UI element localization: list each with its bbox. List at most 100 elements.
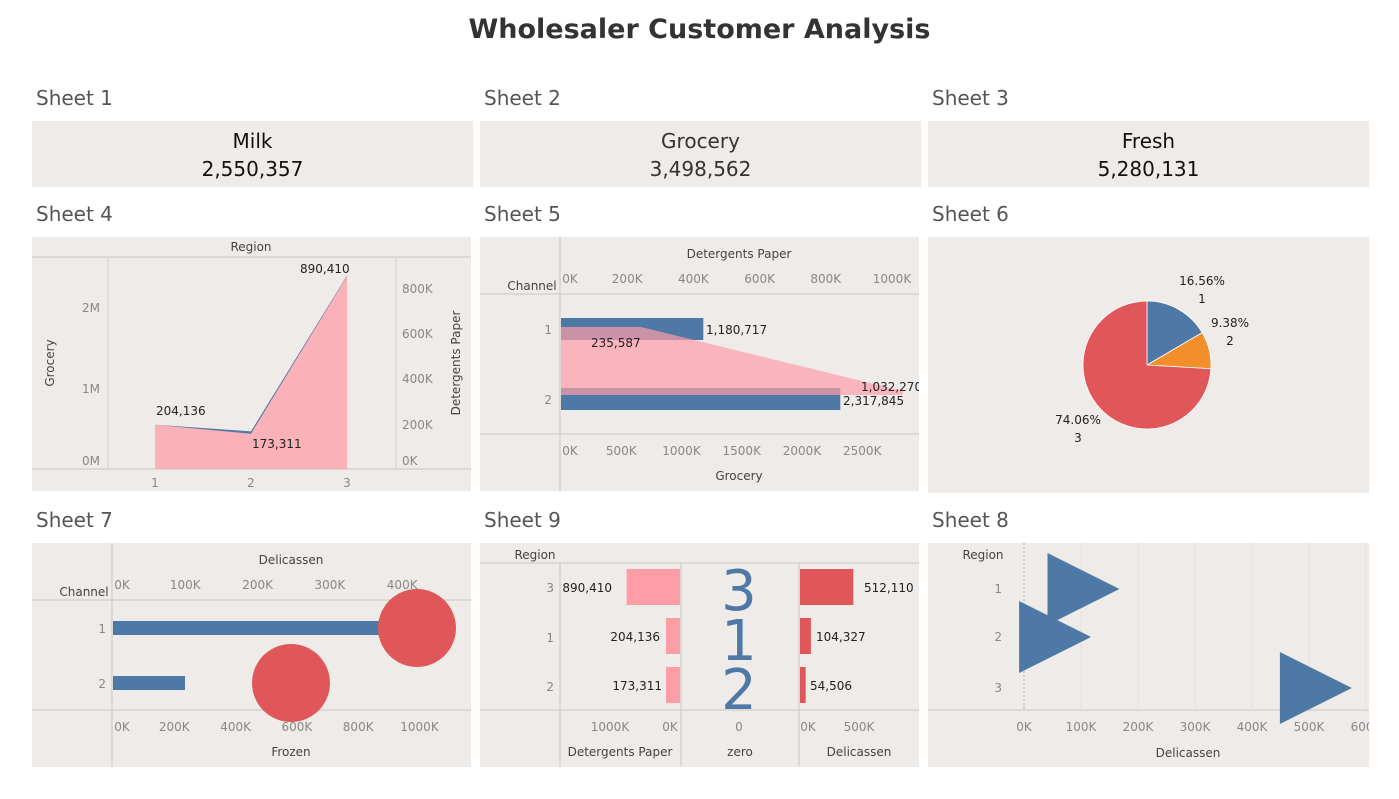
sheet4-x-tick: 1 (151, 476, 159, 490)
kpi-value: 5,280,131 (1097, 157, 1200, 181)
sheet-7-label: Sheet 7 (36, 508, 113, 532)
sheet8-x-tick: 0K (1016, 720, 1033, 734)
sheet7-row-label: 1 (98, 622, 106, 636)
sheet-1-label: Sheet 1 (36, 86, 113, 110)
pie-slice-label: 2 (1226, 334, 1234, 348)
sheet-5-svg: Detergents Paper Channel Grocery 1 2 0K 2… (480, 237, 919, 491)
sheet-4-label: Sheet 4 (36, 202, 113, 226)
delicassen-circle (252, 644, 330, 722)
delicassen-bar (800, 618, 811, 654)
sheet5-top-axis-label: Detergents Paper (687, 247, 792, 261)
sheet7-top-tick: 100K (170, 578, 202, 592)
sheet7-bottom-tick: 400K (220, 720, 252, 734)
sheet5-data-label: 235,587 (591, 336, 641, 350)
sheet5-data-label: 1,180,717 (706, 323, 767, 337)
frozen-bar (113, 676, 185, 690)
sheet9-right-tick: 500K (844, 720, 876, 734)
sheet4-right-tick: 800K (402, 282, 434, 296)
sheet-9-chart: Region 3 1 2 Detergents Paper zero Delic… (480, 543, 919, 767)
sheet9-left-tick: 0K (662, 720, 679, 734)
pie-slice-label: 1 (1198, 292, 1206, 306)
sheet-7-svg: Delicassen Channel Frozen 1 2 0K 100K 200K… (32, 543, 471, 767)
sheet9-row-label: 2 (546, 680, 554, 694)
sheet8-x-axis-label: Delicassen (1156, 746, 1221, 760)
sheet5-bottom-tick: 500K (606, 444, 638, 458)
sheet9-data-label: 204,136 (610, 630, 660, 644)
sheet8-x-tick: 600K (1351, 720, 1369, 734)
sheet5-top-tick: 1000K (873, 272, 913, 286)
sheet8-row-header: Region (962, 548, 1003, 562)
sheet9-data-label: 512,110 (864, 581, 914, 595)
sheet9-row-label: 3 (546, 581, 554, 595)
sheet7-bottom-tick: 1000K (400, 720, 440, 734)
sheet4-left-tick: 1M (82, 382, 100, 396)
kpi-milk-panel: Milk 2,550,357 (32, 121, 473, 187)
sheet7-bottom-tick: 600K (282, 720, 314, 734)
pie-percent-label: 16.56% (1179, 274, 1225, 288)
kpi-name: Milk (232, 129, 273, 153)
sheet9-data-label: 104,327 (816, 630, 866, 644)
sheet4-right-tick: 200K (402, 418, 434, 432)
sheet9-row-label: 1 (546, 631, 554, 645)
sheet9-right-axis-label: Delicassen (827, 745, 892, 759)
frozen-bar (113, 621, 398, 635)
sheet7-top-tick: 300K (315, 578, 347, 592)
sheet5-bottom-tick: 1000K (662, 444, 702, 458)
sheet-9-svg: Region 3 1 2 Detergents Paper zero Delic… (480, 548, 919, 767)
sheet5-bottom-tick: 1500K (723, 444, 763, 458)
sheet5-row-header: Channel (507, 279, 556, 293)
kpi-grocery-panel: Grocery 3,498,562 (480, 121, 921, 187)
sheet5-top-tick: 400K (678, 272, 710, 286)
sheet5-top-tick: 0K (562, 272, 579, 286)
sheet9-data-label: 173,311 (612, 679, 662, 693)
sheet9-right-tick: 0K (800, 720, 817, 734)
sheet4-right-axis-label: Detergents Paper (449, 311, 463, 416)
sheet5-row-label: 1 (544, 323, 552, 337)
sheet4-data-label: 204,136 (156, 404, 206, 418)
sheet7-row-label: 2 (98, 677, 106, 691)
pie-percent-label: 74.06% (1055, 413, 1101, 427)
sheet4-x-tick: 3 (343, 476, 351, 490)
sheet5-data-label: 2,317,845 (843, 394, 904, 408)
sheet-8-svg: Region 1 2 3 Delicassen 0K 100K 200K 300K 40… (928, 543, 1369, 760)
sheet-5-chart: Detergents Paper Channel Grocery 1 2 0K 2… (480, 237, 919, 491)
sheet5-top-tick: 800K (810, 272, 842, 286)
sheet8-x-tick: 100K (1066, 720, 1098, 734)
sheet9-data-label: 54,506 (810, 679, 852, 693)
dashboard-title: Wholesaler Customer Analysis (468, 14, 931, 45)
sheet4-left-tick: 0M (82, 454, 100, 468)
sheet8-x-tick: 500K (1294, 720, 1326, 734)
sheet9-left-tick: 1000K (591, 720, 631, 734)
sheet7-top-tick: 200K (242, 578, 274, 592)
delicassen-circle (378, 589, 456, 667)
sheet9-row-header: Region (514, 548, 555, 562)
sheet4-data-label: 173,311 (252, 437, 302, 451)
sheet-7-chart: Delicassen Channel Frozen 1 2 0K 100K 200K… (32, 543, 471, 767)
sheet-4-chart: Region Grocery Detergents Paper 0M 1M 2M… (32, 237, 471, 491)
sheet-6-chart: 16.56% 1 9.38% 2 74.06% 3 (928, 237, 1369, 493)
sheet5-top-tick: 600K (744, 272, 776, 286)
sheet4-left-tick: 2M (82, 301, 100, 315)
sheet8-x-tick: 200K (1123, 720, 1155, 734)
sheet4-right-tick: 400K (402, 372, 434, 386)
sheet-3-label: Sheet 3 (932, 86, 1009, 110)
sheet4-top-header: Region (230, 240, 271, 254)
sheet8-row-label: 2 (994, 630, 1002, 644)
sheet8-row-label: 3 (994, 681, 1002, 695)
sheet-5-label: Sheet 5 (484, 202, 561, 226)
sheet9-center-label: 2 (721, 658, 757, 723)
sheet-2-label: Sheet 2 (484, 86, 561, 110)
sheet4-left-axis-label: Grocery (43, 339, 57, 386)
kpi-value: 3,498,562 (649, 157, 752, 181)
sheet-4-svg: Region Grocery Detergents Paper 0M 1M 2M… (32, 240, 471, 490)
sheet-8-chart: Region 1 2 3 Delicassen 0K 100K 200K 300K 40… (928, 543, 1369, 767)
sheet7-top-tick: 0K (114, 578, 131, 592)
pie-percent-label: 9.38% (1211, 316, 1249, 330)
sheet5-bottom-axis-label: Grocery (715, 469, 762, 483)
sheet9-data-label: 890,410 (562, 581, 612, 595)
scatter-triangle (1279, 652, 1352, 724)
kpi-fresh-panel: Fresh 5,280,131 (928, 121, 1369, 187)
delicassen-bar (800, 667, 806, 703)
sheet9-center-axis-label: zero (727, 745, 753, 759)
sheet8-x-tick: 400K (1237, 720, 1269, 734)
